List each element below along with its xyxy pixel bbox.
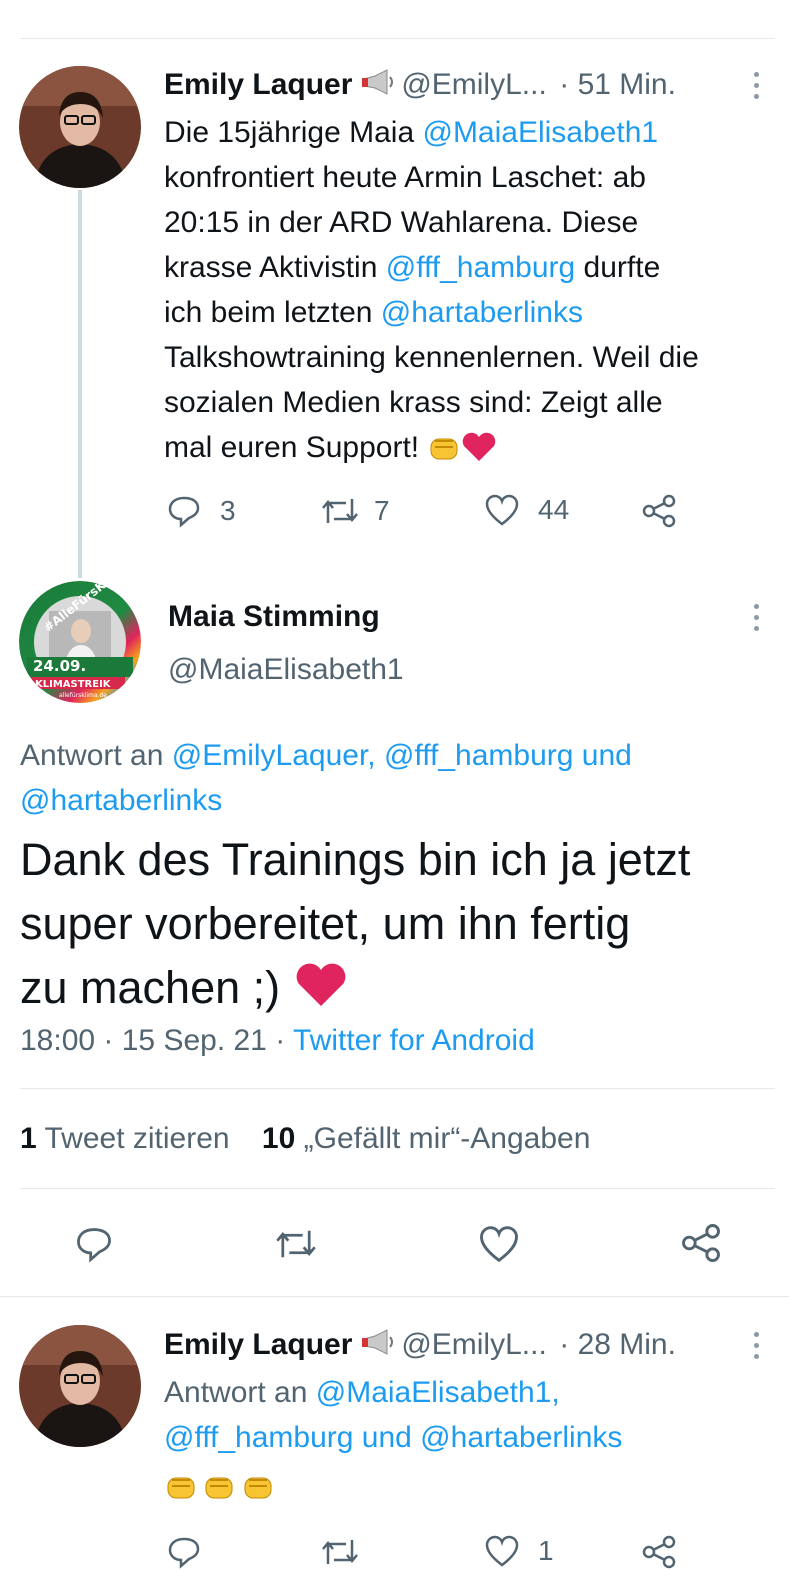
author-handle[interactable]: @EmilyL...	[401, 68, 546, 101]
tweet-timestamp: 18:00 · 15 Sep. 21 · Twitter for Android	[20, 1024, 535, 1057]
share-icon	[642, 1535, 676, 1569]
tweet-text	[164, 1470, 275, 1502]
avatar-date-text: 24.09.	[33, 657, 86, 675]
author-name[interactable]: Emily Laquer	[164, 1328, 352, 1361]
retweet-icon	[322, 1540, 358, 1564]
reply-button[interactable]	[166, 1534, 202, 1570]
engagement-stats: 1 Tweet zitieren 10 „Gefällt mir“-Angabe…	[20, 1122, 590, 1156]
quote-tweets-link[interactable]: 1 Tweet zitieren	[20, 1122, 230, 1155]
avatar[interactable]	[19, 66, 141, 188]
reply-icon	[168, 496, 200, 528]
tweet-time[interactable]: · 51 Min.	[559, 68, 676, 101]
thread-line	[78, 190, 82, 578]
avatar[interactable]	[19, 1325, 141, 1447]
raised-fist-emoji-icon	[202, 1470, 236, 1502]
reply-context: Antwort an @EmilyLaquer, @fff_hamburg un…	[20, 739, 632, 817]
megaphone-icon	[361, 68, 397, 103]
source-link[interactable]: Twitter for Android	[293, 1024, 535, 1057]
retweet-icon	[276, 1230, 316, 1258]
retweet-button[interactable]	[274, 1224, 318, 1264]
author-handle[interactable]: @MaiaElisabeth1	[168, 653, 404, 687]
divider	[0, 1296, 789, 1297]
reply-context: Antwort an @MaiaElisabeth1, @fff_hamburg…	[164, 1376, 623, 1454]
like-button[interactable]: 1	[484, 1534, 554, 1568]
more-options-icon[interactable]	[754, 72, 760, 105]
heart-icon	[485, 494, 519, 526]
heart-icon	[485, 1535, 519, 1567]
divider	[20, 1088, 775, 1089]
author-name[interactable]: Emily Laquer	[164, 68, 352, 101]
mention-link[interactable]: @EmilyLaquer, @fff_hamburg und	[172, 739, 632, 772]
heart-icon	[480, 1226, 518, 1263]
mention-link[interactable]: @MaiaElisabeth1	[422, 116, 658, 149]
reply-icon	[77, 1228, 111, 1263]
reply-icon	[168, 1537, 200, 1569]
like-button[interactable]: 44	[484, 493, 569, 527]
tweet-time[interactable]: · 28 Min.	[559, 1328, 676, 1361]
top-divider	[20, 38, 775, 39]
share-icon	[682, 1224, 720, 1262]
retweet-button[interactable]: 7	[320, 493, 390, 529]
avatar[interactable]: 24.09. KLIMASTREIK allefürsklima.de #All…	[19, 581, 141, 703]
main-tweet-text: Dank des Trainings bin ich ja jetzt supe…	[20, 828, 690, 1026]
author-name[interactable]: Maia Stimming	[168, 600, 380, 634]
reply-button[interactable]	[74, 1224, 114, 1264]
mention-link[interactable]: @MaiaElisabeth1,	[316, 1376, 560, 1409]
mention-link[interactable]: @hartaberlinks	[20, 784, 222, 817]
mention-link[interactable]: @fff_hamburg und @hartaberlinks	[164, 1421, 622, 1454]
likes-link[interactable]: 10 „Gefällt mir“-Angaben	[262, 1122, 591, 1155]
red-heart-emoji-icon	[293, 961, 349, 1026]
share-icon	[642, 494, 676, 528]
divider	[20, 1188, 775, 1189]
megaphone-icon	[361, 1328, 397, 1363]
red-heart-emoji-icon	[461, 431, 497, 476]
retweet-button[interactable]	[320, 1534, 360, 1570]
mention-link[interactable]: @fff_hamburg	[386, 251, 575, 284]
retweet-icon	[322, 499, 358, 523]
share-button[interactable]	[641, 1534, 677, 1570]
tweet-text: Die 15jährige Maia @MaiaElisabeth1 konfr…	[164, 110, 774, 476]
raised-fist-emoji-icon	[427, 431, 461, 463]
raised-fist-emoji-icon	[241, 1470, 275, 1502]
author-handle[interactable]: @EmilyL...	[401, 1328, 546, 1361]
mention-link[interactable]: @hartaberlinks	[381, 296, 583, 329]
like-button[interactable]	[478, 1224, 520, 1264]
avatar-url-text: allefürsklima.de	[59, 692, 107, 699]
share-button[interactable]	[641, 493, 677, 529]
reply-button[interactable]: 3	[166, 493, 236, 529]
avatar-strike-text: KLIMASTREIK	[35, 679, 112, 690]
more-options-icon[interactable]	[754, 604, 760, 637]
more-options-icon[interactable]	[754, 1332, 760, 1365]
raised-fist-emoji-icon	[164, 1470, 198, 1502]
share-button[interactable]	[680, 1222, 722, 1264]
